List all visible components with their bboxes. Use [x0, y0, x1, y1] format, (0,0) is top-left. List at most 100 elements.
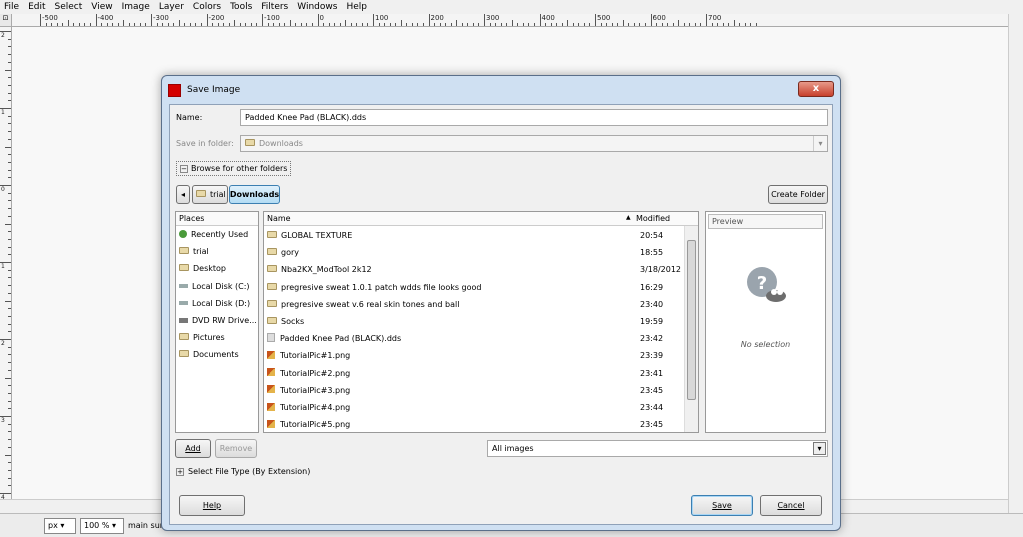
svg-text:?: ?: [757, 273, 767, 294]
ruler-tick: [173, 23, 175, 26]
crumb-back-button[interactable]: ◂: [176, 185, 190, 204]
crumb-downloads[interactable]: Downloads: [229, 185, 280, 204]
places-item[interactable]: Desktop: [176, 260, 258, 277]
ruler-tick: [378, 23, 380, 26]
menu-help[interactable]: Help: [346, 2, 367, 12]
ruler-tick: [8, 462, 11, 464]
ruler-tick: [8, 254, 11, 256]
file-row[interactable]: Nba2KX_ModTool 2k12 3/18/2012: [264, 261, 684, 278]
zoom-select[interactable]: 100 % ▾: [80, 517, 124, 534]
file-row[interactable]: GLOBAL TEXTURE 20:54: [264, 227, 684, 244]
ruler-corner[interactable]: ⊡: [0, 14, 12, 27]
ruler-tick: [8, 315, 11, 317]
dialog-titlebar[interactable]: Save Image x: [162, 76, 840, 104]
menu-colors[interactable]: Colors: [193, 2, 221, 12]
ruler-tick: [395, 23, 397, 26]
file-row[interactable]: TutorialPic#4.png 23:44: [264, 399, 684, 416]
close-button[interactable]: x: [798, 81, 834, 97]
file-row[interactable]: TutorialPic#1.png 23:39: [264, 347, 684, 364]
ruler-tick: [611, 23, 613, 26]
file-name: Nba2KX_ModTool 2k12: [281, 265, 372, 275]
menu-edit[interactable]: Edit: [28, 2, 45, 12]
ruler-tick: [600, 23, 602, 26]
crumb-trial[interactable]: trial: [192, 185, 228, 204]
scroll-thumb[interactable]: [687, 240, 696, 400]
file-name-cell: Nba2KX_ModTool 2k12: [267, 265, 372, 274]
add-bookmark-button[interactable]: Add: [175, 439, 211, 458]
file-row[interactable]: gory 18:55: [264, 244, 684, 261]
file-name: TutorialPic#4.png: [280, 403, 351, 413]
preview-header[interactable]: Preview: [708, 214, 823, 229]
help-button[interactable]: Help: [179, 495, 245, 516]
file-list-scrollbar[interactable]: [684, 226, 698, 432]
ruler-label: -100: [264, 14, 280, 22]
browse-folders-expander[interactable]: − Browse for other folders: [176, 161, 292, 176]
file-row[interactable]: pregresive sweat v.6 real skin tones and…: [264, 296, 684, 313]
file-row[interactable]: Padded Knee Pad (BLACK).dds 23:42: [264, 330, 684, 347]
save-button[interactable]: Save: [691, 495, 753, 516]
column-modified-header[interactable]: Modified: [636, 214, 670, 223]
menu-image[interactable]: Image: [122, 2, 150, 12]
menu-windows[interactable]: Windows: [297, 2, 337, 12]
ruler-tick: [112, 23, 114, 26]
ruler-tick: [184, 23, 186, 26]
menu-tools[interactable]: Tools: [230, 2, 252, 12]
menu-file[interactable]: File: [4, 2, 19, 12]
ruler-tick: [8, 246, 11, 248]
ruler-tick: [595, 14, 596, 26]
file-row[interactable]: pregresive sweat 1.0.1 patch wdds file l…: [264, 279, 684, 296]
ruler-tick: [700, 23, 702, 26]
places-item[interactable]: trial: [176, 243, 258, 260]
menu-filters[interactable]: Filters: [261, 2, 288, 12]
remove-bookmark-button[interactable]: Remove: [215, 439, 257, 458]
select-file-type-expander[interactable]: + Select File Type (By Extension): [176, 467, 310, 476]
no-preview-icon: ?: [747, 267, 786, 302]
menu-layer[interactable]: Layer: [159, 2, 184, 12]
file-row[interactable]: Socks 19:59: [264, 313, 684, 330]
ruler-tick: [489, 23, 491, 26]
ruler-tick: [8, 161, 11, 163]
ruler-tick: [95, 14, 97, 26]
gimp-app-icon: [168, 83, 181, 97]
folder-icon: [179, 247, 189, 255]
vertical-scrollbar[interactable]: [1008, 14, 1023, 514]
file-name-cell: TutorialPic#5.png: [267, 419, 350, 429]
ruler-tick: [101, 23, 103, 26]
ruler-tick: [639, 23, 641, 26]
expand-icon: +: [176, 467, 184, 476]
ruler-tick: [8, 400, 11, 402]
ruler-tick: [189, 23, 191, 26]
ruler-tick: [8, 362, 11, 364]
file-name: pregresive sweat v.6 real skin tones and…: [281, 299, 460, 309]
ruler-tick: [739, 23, 741, 26]
save-in-folder-select[interactable]: Downloads ▾: [240, 135, 828, 152]
column-name-header[interactable]: Name: [267, 214, 291, 223]
ruler-tick: [178, 20, 180, 26]
menu-view[interactable]: View: [91, 2, 112, 12]
filename-input[interactable]: Padded Knee Pad (BLACK).dds: [240, 109, 828, 126]
ruler-tick: [511, 20, 513, 26]
menu-select[interactable]: Select: [55, 2, 83, 12]
unit-select[interactable]: px ▾: [44, 517, 76, 534]
file-row[interactable]: TutorialPic#3.png 23:45: [264, 382, 684, 399]
file-row[interactable]: TutorialPic#2.png 23:41: [264, 365, 684, 382]
places-item[interactable]: Recently Used: [176, 226, 258, 243]
vertical-ruler[interactable]: 2101234: [0, 27, 12, 499]
file-filter-select[interactable]: All images ▾: [487, 440, 828, 457]
cancel-button[interactable]: Cancel: [760, 495, 822, 516]
file-row[interactable]: TutorialPic#5.png 23:45: [264, 416, 684, 432]
ruler-tick: [528, 23, 530, 26]
ruler-tick: [45, 23, 47, 26]
places-item[interactable]: Local Disk (C:): [176, 278, 258, 295]
create-folder-button[interactable]: Create Folder: [768, 185, 828, 204]
horizontal-ruler[interactable]: -500 -400 -300 -200 -100 0 100 200 300 400 500 600 7…: [12, 14, 1008, 27]
places-header[interactable]: Places: [176, 212, 258, 226]
ruler-tick: [51, 23, 53, 26]
ruler-tick: [606, 23, 608, 26]
places-item[interactable]: Local Disk (D:): [176, 295, 258, 312]
ruler-tick: [644, 23, 646, 26]
places-item[interactable]: Pictures: [176, 329, 258, 346]
places-item[interactable]: Documents: [176, 346, 258, 363]
places-item[interactable]: DVD RW Drive...: [176, 312, 258, 329]
ruler-tick: [8, 369, 11, 371]
